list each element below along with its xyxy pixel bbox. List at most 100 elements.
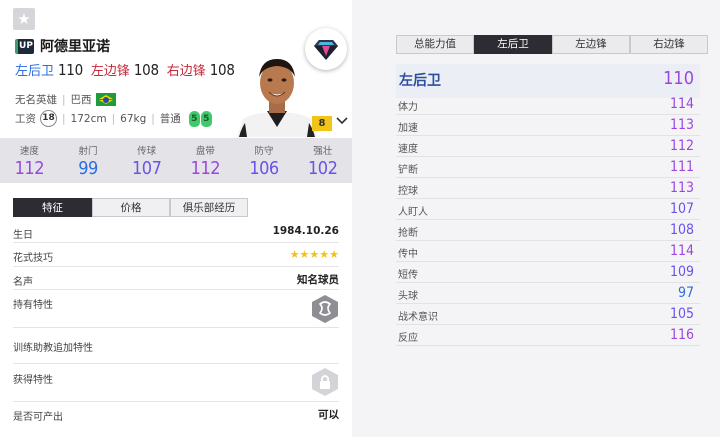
stat-value: 102 — [307, 158, 338, 179]
attribute-value: 107 — [669, 201, 694, 217]
weak-foot-icon: 5 5 — [188, 110, 213, 127]
detail-value: 1984.10.26 — [272, 225, 339, 237]
brazil-flag-icon — [95, 93, 116, 106]
attribute-value: 114 — [669, 96, 694, 112]
stat-label: 强壮 — [313, 146, 333, 157]
player-name-row: UP 阿德里亚诺 — [15, 37, 110, 55]
position-value: 108 — [133, 61, 159, 79]
stat-label: 防守 — [254, 146, 274, 157]
tab-traits[interactable]: 特征 — [13, 198, 92, 217]
position-value: 108 — [209, 61, 235, 79]
stat-label: 速度 — [19, 146, 39, 157]
trait-icon[interactable] — [312, 295, 338, 323]
stat-label: 传球 — [137, 146, 157, 157]
attribute-label: 控球 — [398, 186, 418, 197]
attribute-label: 抢断 — [398, 228, 418, 239]
stat-label: 盘带 — [195, 146, 215, 157]
detail-row-skill-moves: 花式技巧 ★★★★★ — [13, 243, 339, 267]
stat-value: 99 — [78, 158, 98, 179]
attribute-list: 体力 114 加速 113 速度 112 铲断 111 控球 113 人盯人 107 抢断 1… — [396, 94, 700, 346]
attribute-row: 人盯人 107 — [396, 199, 700, 220]
weight: 67kg — [120, 112, 147, 125]
detail-row-tradable: 是否可产出 可以 — [13, 402, 339, 424]
tab-left-back[interactable]: 左后卫 — [474, 35, 552, 54]
attribute-label: 加速 — [398, 123, 418, 134]
body-type: 普通 — [159, 113, 181, 125]
attribute-label: 体力 — [398, 102, 418, 113]
attribute-row: 抢断 108 — [396, 220, 700, 241]
position-ratings: 左后卫 110 左边锋 108 右边锋 108 — [15, 60, 243, 79]
attribute-row: 加速 113 — [396, 115, 700, 136]
wage-label: 工资 — [15, 113, 36, 125]
tab-overall[interactable]: 总能力值 — [396, 35, 474, 54]
detail-tabs: 特征 价格 俱乐部经历 — [13, 198, 248, 217]
stat-dribbling: 盘带 112 — [176, 138, 235, 183]
attribute-row: 头球 97 — [396, 283, 700, 304]
lock-icon — [312, 368, 338, 396]
detail-value: 可以 — [318, 409, 339, 421]
attribute-value: 105 — [669, 306, 694, 322]
attribute-row: 短传 109 — [396, 262, 700, 283]
divider: | — [151, 112, 155, 125]
tab-price[interactable]: 价格 — [92, 198, 170, 217]
attribute-label: 反应 — [398, 333, 418, 344]
stat-label: 射门 — [78, 146, 98, 157]
attribute-value: 112 — [669, 138, 694, 154]
details-list: 生日 1984.10.26 花式技巧 ★★★★★ 名声 知名球员 持有特性 训练… — [13, 221, 339, 424]
detail-label: 持有特性 — [13, 300, 53, 311]
detail-label: 是否可产出 — [13, 412, 63, 423]
detail-row-birthday: 生日 1984.10.26 — [13, 221, 339, 243]
stat-passing: 传球 107 — [117, 138, 176, 183]
tab-left-wing[interactable]: 左边锋 — [552, 35, 630, 54]
player-name: 阿德里亚诺 — [40, 39, 110, 55]
height: 172cm — [70, 112, 107, 125]
detail-label: 训练助教追加特性 — [13, 343, 93, 354]
nationality: 巴西 — [70, 94, 92, 106]
position-rating-0: 左后卫 110 — [15, 60, 83, 79]
detail-row-traits: 持有特性 — [13, 290, 339, 328]
stat-pace: 速度 112 — [0, 138, 59, 183]
detail-row-reputation: 名声 知名球员 — [13, 267, 339, 290]
attribute-row: 传中 114 — [396, 241, 700, 262]
position-rating-1: 左边锋 108 — [91, 60, 159, 79]
tab-club-history[interactable]: 俱乐部经历 — [170, 198, 248, 217]
selected-position-rating: 左后卫 110 — [396, 64, 700, 98]
right-foot-value: 5 — [200, 110, 212, 127]
enhancement-level[interactable]: 8 — [312, 116, 332, 131]
attribute-label: 头球 — [398, 291, 418, 302]
detail-row-training-traits: 训练助教追加特性 — [13, 328, 339, 364]
skill-stars-icon: ★★★★★ — [289, 248, 339, 261]
chevron-down-icon[interactable] — [336, 115, 348, 129]
left-foot-value: 5 — [188, 110, 200, 127]
detail-label: 生日 — [13, 230, 33, 241]
attribute-value: 113 — [669, 180, 694, 196]
player-body-info: 工资 18 | 172cm | 67kg | 普通 5 5 — [15, 110, 213, 127]
position-name: 左边锋 — [90, 64, 130, 79]
attribute-value: 97 — [677, 285, 694, 301]
attribute-value: 111 — [669, 159, 694, 175]
detail-row-acquired-traits: 获得特性 — [13, 364, 339, 402]
main-stats-bar: 速度 112 射门 99 传球 107 盘带 112 防守 106 强壮 102 — [0, 138, 352, 183]
detail-label: 名声 — [13, 277, 33, 288]
stat-value: 107 — [131, 158, 162, 179]
detail-label: 获得特性 — [13, 375, 53, 386]
tab-right-wing[interactable]: 右边锋 — [630, 35, 708, 54]
attribute-row: 控球 113 — [396, 178, 700, 199]
position-rating-2: 右边锋 108 — [167, 60, 235, 79]
favorite-star-icon[interactable]: ★ — [13, 8, 35, 30]
attribute-row: 铲断 111 — [396, 157, 700, 178]
attribute-value: 109 — [669, 264, 694, 280]
stat-shooting: 射门 99 — [59, 138, 118, 183]
stat-value: 106 — [249, 158, 279, 179]
divider: | — [62, 112, 66, 125]
selected-position-value: 110 — [663, 68, 694, 89]
stat-defending: 防守 106 — [235, 138, 294, 183]
attribute-value: 113 — [669, 117, 694, 133]
up-badge: UP — [15, 38, 34, 54]
player-origin-info: 无名英雄 | 巴西 — [15, 92, 116, 107]
selected-position-name: 左后卫 — [399, 73, 441, 89]
player-card-panel: ★ UP 阿德里亚诺 左后卫 110 左边锋 108 右边锋 108 无名英雄 | 巴… — [0, 0, 352, 437]
team-name: 无名英雄 — [15, 94, 57, 106]
attribute-row: 速度 112 — [396, 136, 700, 157]
stat-value: 112 — [190, 158, 221, 179]
